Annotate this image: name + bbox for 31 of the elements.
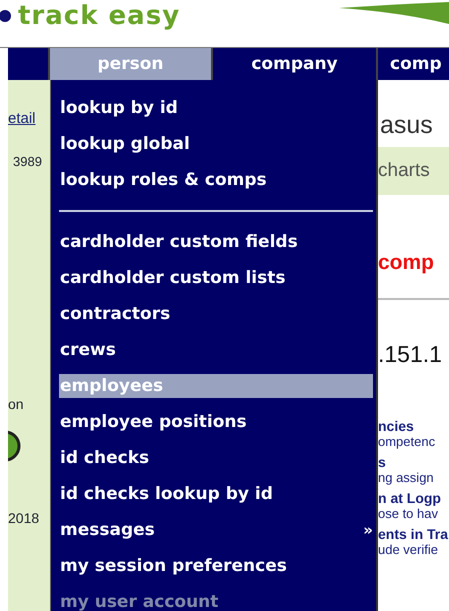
entry-text: ude verifie: [378, 542, 439, 557]
menu-item[interactable]: employee positions: [59, 410, 373, 434]
nav-tab[interactable]: comp: [378, 48, 449, 80]
id-number: 3989: [12, 154, 43, 169]
entry-title[interactable]: n at Logp: [378, 490, 449, 506]
menu-item[interactable]: lookup by id: [59, 96, 373, 120]
date-text: 2018: [8, 510, 40, 526]
menu-item[interactable]: lookup global: [59, 132, 373, 156]
page-title: asus: [379, 111, 434, 140]
charts-tab[interactable]: charts: [378, 160, 430, 182]
menu-item[interactable]: contractors: [59, 302, 373, 326]
address-text: .151.1: [378, 341, 443, 368]
logo-text: track easy: [18, 0, 180, 32]
entry-text: ng assign: [378, 470, 435, 485]
menu-item[interactable]: cardholder custom fields: [59, 230, 373, 254]
detail-link[interactable]: etail: [8, 110, 50, 129]
entry-title[interactable]: ncies: [378, 418, 449, 434]
menu-item[interactable]: cardholder custom lists: [59, 266, 373, 290]
entry-text: ompetenc: [378, 434, 436, 449]
entry-title[interactable]: s: [378, 454, 449, 470]
menu-item[interactable]: id checks: [59, 446, 373, 470]
menu-item[interactable]: messages »: [59, 518, 373, 542]
status-icon: [8, 430, 21, 462]
entry-title[interactable]: ents in Tra: [378, 526, 449, 542]
alert-text: comp: [378, 251, 436, 275]
menu-item[interactable]: lookup roles & comps: [59, 168, 373, 192]
entry-text: ose to hav: [378, 506, 439, 521]
status-label: on: [8, 396, 25, 412]
menu-item[interactable]: crews: [59, 338, 373, 362]
menu-item[interactable]: id checks lookup by id: [59, 482, 373, 506]
menu-item[interactable]: my session preferences: [59, 554, 373, 578]
